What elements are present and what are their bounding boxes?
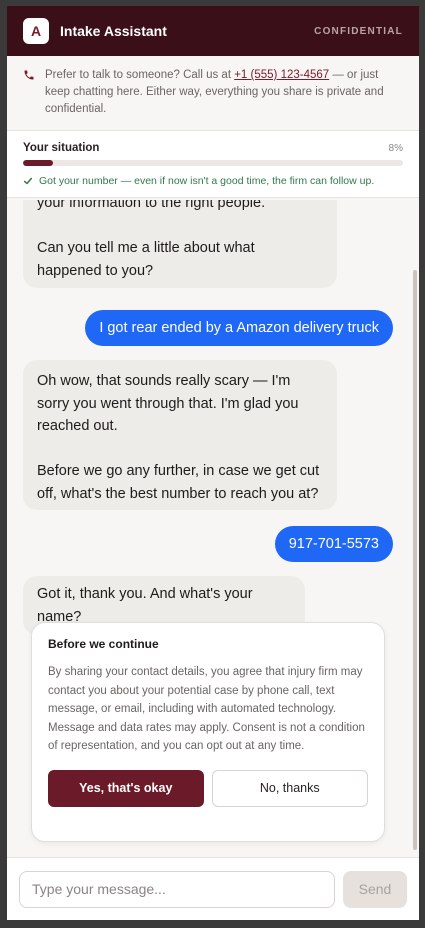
notice-text-before: Prefer to talk to someone? Call us at [45, 69, 235, 81]
progress-track [23, 160, 403, 166]
consent-card: Before we continue By sharing your conta… [31, 622, 385, 842]
progress-note-text: Got your number — even if now isn't a go… [39, 175, 375, 187]
consent-title: Before we continue [48, 637, 159, 651]
logo: A [23, 18, 49, 44]
chat-widget: A Intake Assistant CONFIDENTIAL Prefer t… [7, 6, 419, 920]
call-notice: Prefer to talk to someone? Call us at +1… [7, 56, 419, 131]
confidential-badge: CONFIDENTIAL [314, 25, 403, 37]
consent-body: By sharing your contact details, you agr… [48, 666, 365, 752]
consent-no-button[interactable]: No, thanks [211, 769, 368, 807]
consent-yes-button[interactable]: Yes, that's okay [48, 769, 204, 807]
widget-title: Intake Assistant [60, 23, 167, 39]
phone-icon [24, 70, 34, 80]
user-message: I got rear ended by a Amazon delivery tr… [85, 310, 393, 346]
chat-history[interactable]: your information to the right people. Ca… [7, 200, 419, 857]
message-input[interactable] [19, 870, 335, 908]
notice-text: Prefer to talk to someone? Call us at +1… [45, 67, 403, 118]
header: A Intake Assistant CONFIDENTIAL [7, 6, 419, 56]
bot-message: your information to the right people. Ca… [23, 200, 337, 288]
progress-fill [23, 160, 54, 166]
progress-note: Got your number — even if now isn't a go… [23, 175, 403, 187]
progress-section: Your situation 8% Got your number — even… [7, 131, 419, 198]
progress-label: Your situation [23, 142, 100, 154]
progress-percent: 8% [388, 142, 403, 154]
send-button[interactable]: Send [343, 870, 407, 908]
bot-message: Oh wow, that sounds really scary — I'm s… [23, 360, 337, 510]
scrollbar[interactable] [413, 270, 417, 850]
user-message: 917-701-5573 [274, 526, 393, 562]
check-icon [23, 177, 33, 185]
composer: Send [7, 857, 419, 920]
phone-link[interactable]: +1 (555) 123-4567 [234, 69, 329, 81]
